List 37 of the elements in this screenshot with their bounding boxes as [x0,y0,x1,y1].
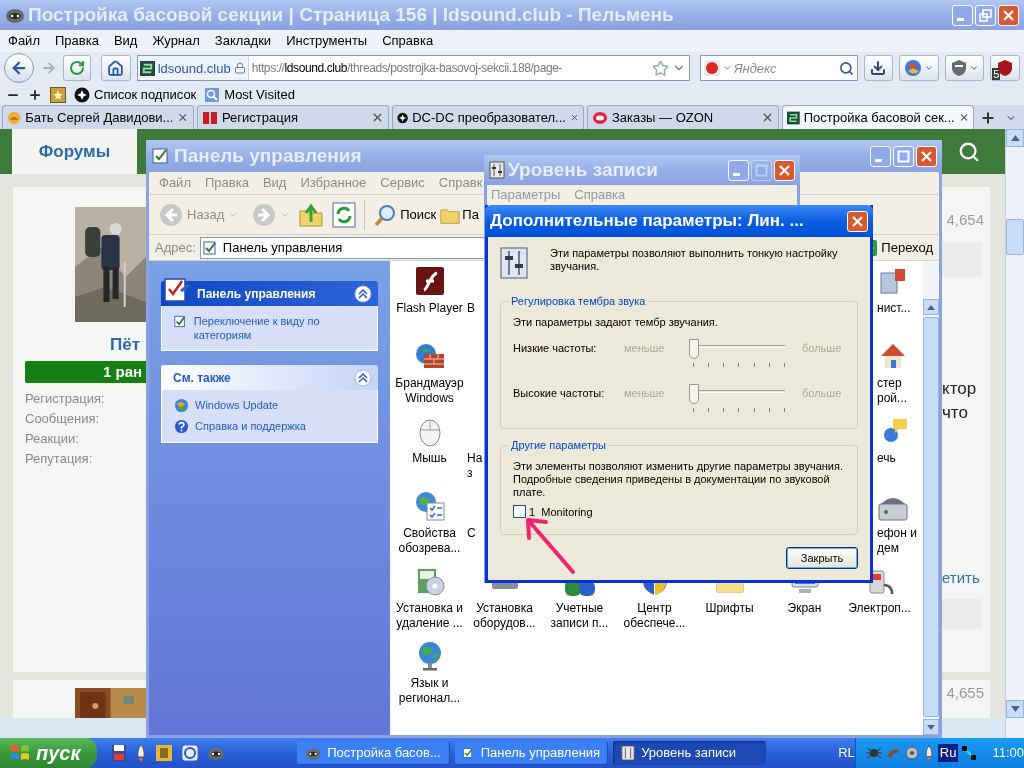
url-text: https://ldsound.club/threads/postrojka-basovoj-sekcii.188/page- [251,60,564,78]
window-title: Постройка басовой секции | Страница 156 | ldsound.club - Пельмень [28,2,674,27]
stat-label: Регистрация: [25,390,106,408]
tab-title: Регистрация [222,108,299,127]
task-pane-title: Панель управления [197,285,317,303]
tab-title: DC-DC преобразовател... [412,108,566,127]
rank-label: 1 ран [103,361,143,382]
stat-label: Репутация: [25,450,94,468]
checkbox-label: 1 Monitoring [529,504,593,520]
task-title: Постройка басов... [327,744,441,763]
clock: 11:00 [992,744,1024,763]
task-title: Уровень записи [641,744,737,763]
tab-title: Заказы — OZON [612,108,715,127]
task-title: Панель управления [480,744,601,763]
window-title: Дополнительные параметры: Лин. ... [490,210,804,233]
post-text: ктор [942,377,977,400]
task-pane-title: См. также [173,369,232,387]
window-title: Уровень записи [508,157,658,182]
group-note: Эти параметры задают тембр звучания. [513,314,719,330]
group-title: Регулировка тембра звука [510,294,647,309]
stat-label: Сообщения: [25,410,101,428]
min-label: меньше [624,341,666,356]
slider-label: Низкие частоты: [513,341,598,356]
intro-text: Эти параметры позволяют выполнить тонкую настройку звучания. [550,247,839,273]
group-title: Другие параметры [510,438,607,453]
tab-title: Бать Сергей Давидови... [25,108,174,127]
slider-label: Высокие частоты: [513,386,606,401]
address-label: Адрес: [155,238,196,257]
post-text: что [942,401,969,424]
stat-label: Реакции: [25,430,80,448]
group-note: Эти элементы позволяют изменить другие параметры звучания. Подробные сведения приведены в документации по звуковой плате. [513,459,843,499]
max-label: больше [802,341,842,356]
count-badge: 5 [992,68,1001,81]
tab-title: Постройка басовой сек... [803,108,955,127]
min-label: меньше [624,386,666,401]
max-label: больше [802,386,842,401]
window-title: Панель управления [174,143,362,168]
